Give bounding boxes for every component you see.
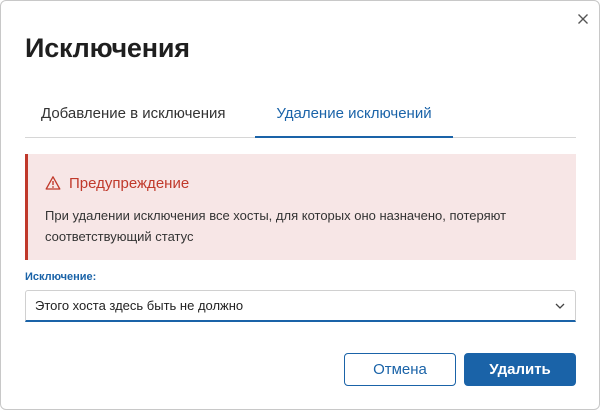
tab-remove-exclusions[interactable]: Удаление исключений [255,95,453,138]
warning-title: Предупреждение [69,174,190,192]
exclusion-field-label: Исключение: [25,271,97,283]
chevron-down-icon [555,303,565,309]
close-button[interactable] [574,10,592,28]
warning-banner: Предупреждение При удалении исключения в… [25,154,576,260]
dialog-title: Исключения [25,33,190,63]
cancel-button[interactable]: Отмена [344,353,456,386]
close-icon [578,14,588,24]
warning-triangle-icon [45,176,61,190]
tab-add-to-exclusions[interactable]: Добавление в исключения [25,95,255,136]
exclusion-select-value: Этого хоста здесь быть не должно [35,298,244,313]
exclusion-select[interactable]: Этого хоста здесь быть не должно [25,290,576,322]
tab-bar: Добавление в исключения Удаление исключе… [25,95,576,138]
warning-header: Предупреждение [45,173,189,193]
delete-button[interactable]: Удалить [464,353,576,386]
warning-message: При удалении исключения все хосты, для к… [45,208,507,244]
exclusions-dialog: Исключения Добавление в исключения Удале… [0,0,600,410]
